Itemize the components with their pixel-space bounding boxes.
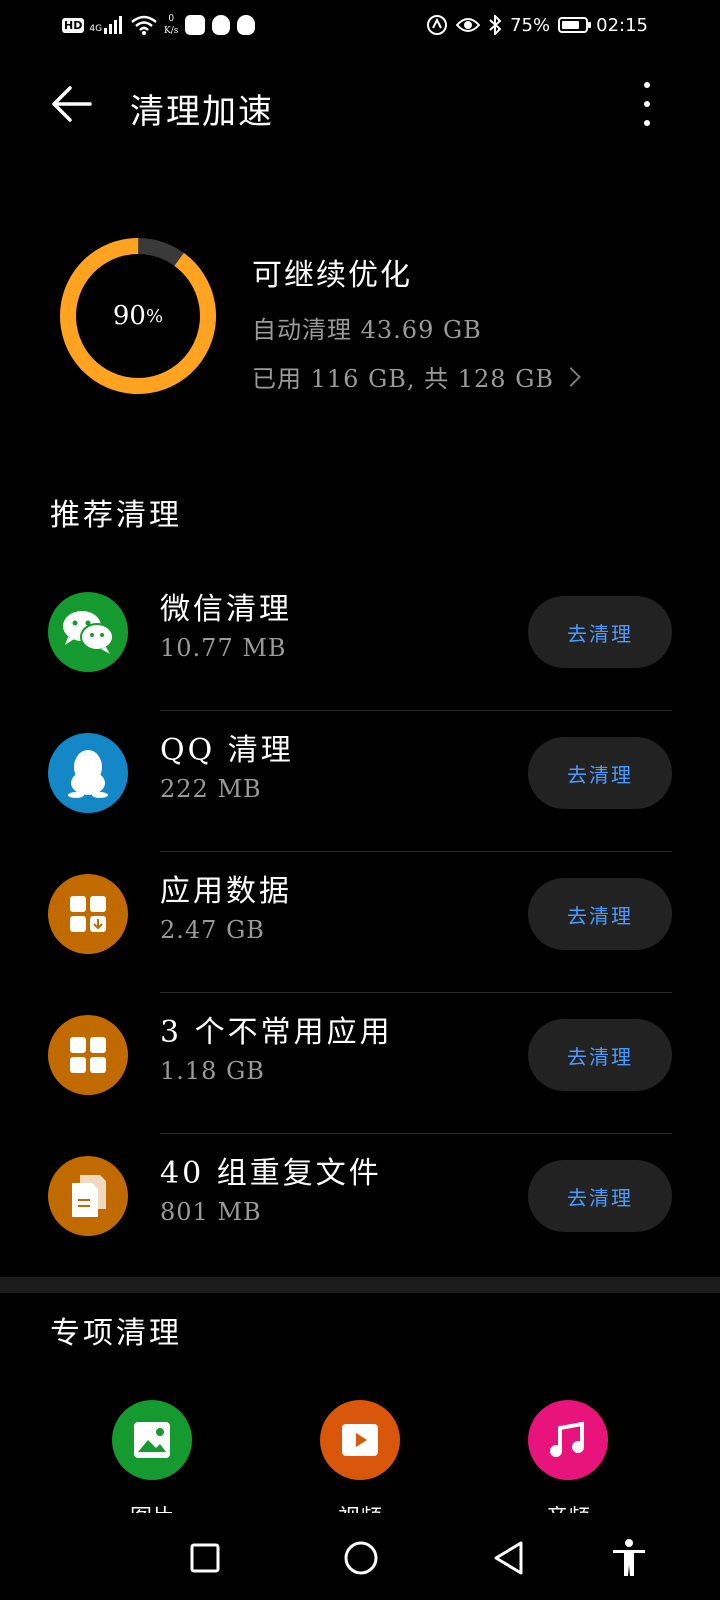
item-size: 801 MB	[160, 1198, 262, 1226]
storage-summary[interactable]: 可继续优化 自动清理 43.69 GB 已用 116 GB, 共 128 GB	[252, 250, 581, 394]
ring-percent-label: 90%	[58, 236, 218, 396]
signal-bars-icon	[104, 16, 123, 34]
battery-icon	[558, 17, 592, 33]
music-icon	[528, 1400, 608, 1480]
item-size: 222 MB	[160, 775, 262, 803]
wifi-icon	[131, 15, 157, 35]
speed-value: 0	[168, 14, 175, 24]
storage-usage-text: 已用 116 GB, 共 128 GB	[252, 365, 555, 393]
app-data-icon	[48, 874, 128, 954]
network-type: 4G	[89, 24, 103, 34]
item-name: 应用数据	[160, 874, 292, 909]
ring-percent-unit: %	[145, 305, 164, 327]
recommended-list: 微信清理 10.77 MB 去清理 QQ 清理 222 MB 去清理 应用数据 …	[0, 570, 720, 1275]
qq-notification-icon	[212, 15, 231, 35]
more-options-icon[interactable]	[630, 80, 664, 128]
list-item: QQ 清理 222 MB 去清理	[0, 711, 720, 852]
bluetooth-icon	[489, 15, 502, 35]
nfc-icon	[427, 15, 448, 35]
list-item: 应用数据 2.47 GB 去清理	[0, 852, 720, 993]
nav-bar	[0, 1513, 720, 1600]
qq-penguin-icon	[48, 733, 128, 813]
qq-notification-icon-2	[237, 15, 256, 35]
chevron-right-icon	[561, 366, 581, 387]
signal-icon: 4G	[89, 16, 124, 34]
video-icon	[320, 1400, 400, 1480]
eye-icon	[456, 18, 481, 32]
item-name: 微信清理	[160, 592, 292, 627]
item-size: 10.77 MB	[160, 634, 287, 662]
clean-button[interactable]: 去清理	[528, 878, 672, 950]
clean-button[interactable]: 去清理	[528, 1160, 672, 1232]
accessibility-icon[interactable]	[604, 1533, 654, 1583]
item-name: 3 个不常用应用	[160, 1015, 393, 1050]
status-bar: HD 4G 0 K/s 75% 02:15	[0, 0, 720, 52]
home-button[interactable]	[336, 1533, 386, 1583]
item-name: 40 组重复文件	[160, 1156, 382, 1191]
ring-percent-value: 90	[112, 301, 146, 331]
battery-percent: 75%	[510, 14, 551, 36]
recents-button[interactable]	[180, 1533, 230, 1583]
list-item: 微信清理 10.77 MB 去清理	[0, 570, 720, 711]
optimize-title: 可继续优化	[252, 258, 412, 293]
page-title: 清理加速	[130, 92, 274, 132]
apps-grid-icon	[48, 1015, 128, 1095]
clean-button[interactable]: 去清理	[528, 596, 672, 668]
network-speed: 0 K/s	[164, 13, 178, 37]
special-cleanup-row: 图片 视频 音频	[0, 1400, 720, 1531]
recommended-section-title: 推荐清理	[50, 498, 182, 533]
special-section-title: 专项清理	[50, 1316, 182, 1351]
auto-clean-text: 自动清理 43.69 GB	[252, 316, 482, 344]
back-button[interactable]	[484, 1533, 534, 1583]
item-size: 2.47 GB	[160, 916, 265, 944]
duplicate-file-icon	[48, 1156, 128, 1236]
image-icon	[112, 1400, 192, 1480]
list-item: 3 个不常用应用 1.18 GB 去清理	[0, 993, 720, 1134]
clock: 02:15	[596, 14, 648, 36]
item-size: 1.18 GB	[160, 1057, 265, 1085]
item-name: QQ 清理	[160, 733, 294, 768]
clean-button[interactable]: 去清理	[528, 737, 672, 809]
battery-fill	[562, 21, 579, 29]
section-divider	[0, 1277, 720, 1293]
baidu-app-icon	[185, 15, 206, 35]
clean-button[interactable]: 去清理	[528, 1019, 672, 1091]
speed-unit: K/s	[164, 26, 179, 36]
storage-usage-row[interactable]: 已用 116 GB, 共 128 GB	[252, 359, 581, 394]
wechat-icon	[48, 592, 128, 672]
back-arrow-icon[interactable]	[46, 78, 98, 130]
hd-badge: HD	[62, 17, 85, 33]
list-item: 40 组重复文件 801 MB 去清理	[0, 1134, 720, 1275]
